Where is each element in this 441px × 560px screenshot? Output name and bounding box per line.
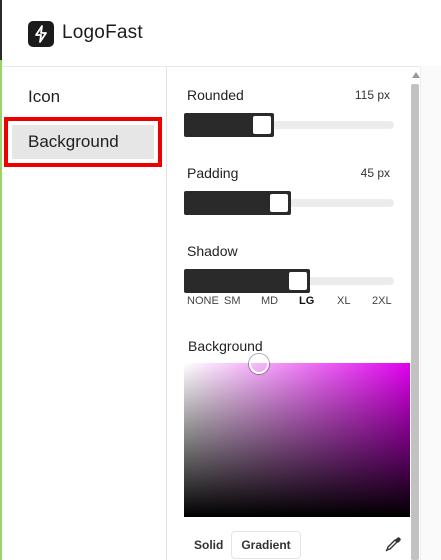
shadow-tick-xl[interactable]: XL [337,295,350,307]
sidebar-item-background[interactable]: Background [4,117,162,167]
sidebar-item-icon[interactable]: Icon [28,87,60,107]
shadow-ticks: NONE SM MD LG XL 2XL [187,295,397,309]
rounded-slider-handle[interactable] [253,116,271,134]
eyedropper-icon[interactable] [384,535,402,553]
app-header: LogoFast [2,0,441,67]
lightning-icon [28,21,54,47]
padding-value: 45 px [360,166,390,180]
shadow-tick-none[interactable]: NONE [187,295,219,307]
background-label: Background [188,338,263,354]
padding-slider-handle[interactable] [270,194,288,212]
color-saturation-field[interactable] [184,363,410,517]
shadow-label: Shadow [187,243,238,259]
panel-scrollbar[interactable] [410,70,420,560]
padding-label: Padding [187,165,239,181]
color-picker-handle[interactable] [249,354,269,374]
sidebar-item-label: Background [12,125,154,159]
shadow-slider-handle[interactable] [289,272,307,290]
shadow-tick-lg[interactable]: LG [299,295,314,307]
shadow-tick-md[interactable]: MD [261,295,278,307]
shadow-tick-2xl[interactable]: 2XL [372,295,392,307]
solid-mode-button[interactable]: Solid [194,538,223,552]
rounded-label: Rounded [187,87,244,103]
shadow-tick-sm[interactable]: SM [224,295,241,307]
scrollbar-thumb[interactable] [411,84,419,560]
scroll-up-arrow-icon[interactable] [412,72,420,78]
canvas-edge [420,66,441,560]
gradient-mode-button[interactable]: Gradient [231,531,301,559]
rounded-value: 115 px [354,88,390,102]
app-title: LogoFast [62,22,143,43]
